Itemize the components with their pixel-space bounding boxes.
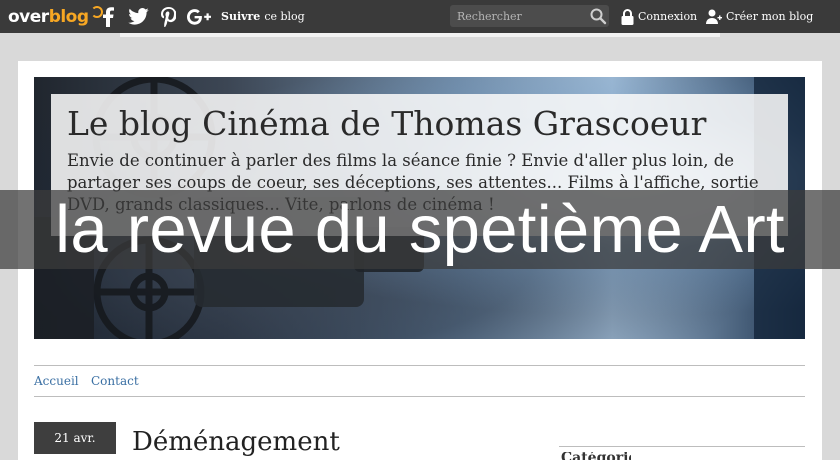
tagline-overlay: la revue du spetième Art bbox=[0, 190, 840, 269]
facebook-icon[interactable] bbox=[98, 0, 118, 33]
lock-icon bbox=[621, 8, 634, 25]
logo-text: overblog bbox=[8, 7, 89, 27]
tagline-text: la revue du spetième Art bbox=[55, 192, 785, 267]
create-blog-link[interactable]: Créer mon blog bbox=[706, 0, 813, 33]
follow-suffix: ce blog bbox=[264, 10, 305, 23]
search-icon[interactable] bbox=[589, 7, 607, 25]
sidebar-heading: Catégories bbox=[561, 452, 631, 460]
nav-link-accueil[interactable]: Accueil bbox=[34, 374, 79, 388]
overblog-logo[interactable]: overblog bbox=[8, 4, 103, 30]
twitter-icon[interactable] bbox=[127, 0, 149, 33]
follow-label: Suivre bbox=[221, 10, 261, 23]
pinterest-icon[interactable] bbox=[158, 0, 178, 33]
search-input[interactable] bbox=[450, 5, 586, 27]
main-nav: Accueil Contact bbox=[34, 365, 805, 397]
post-date-badge: 21 avr. bbox=[34, 422, 116, 454]
login-label: Connexion bbox=[638, 10, 698, 23]
login-link[interactable]: Connexion bbox=[621, 0, 697, 33]
toolbar-underline bbox=[120, 33, 720, 37]
add-user-icon bbox=[706, 9, 722, 24]
google-plus-icon[interactable] bbox=[186, 0, 212, 33]
sidebar-divider bbox=[559, 446, 805, 447]
blog-title[interactable]: Le blog Cinéma de Thomas Grascoeur bbox=[67, 104, 706, 143]
search-box bbox=[450, 5, 609, 27]
create-blog-label: Créer mon blog bbox=[726, 10, 814, 23]
follow-blog-link[interactable]: Suivre ce blog bbox=[221, 0, 305, 33]
nav-link-contact[interactable]: Contact bbox=[91, 374, 139, 388]
post-title[interactable]: Déménagement bbox=[132, 427, 340, 457]
top-toolbar: overblog Suivre ce blog Connexion Créer … bbox=[0, 0, 840, 33]
